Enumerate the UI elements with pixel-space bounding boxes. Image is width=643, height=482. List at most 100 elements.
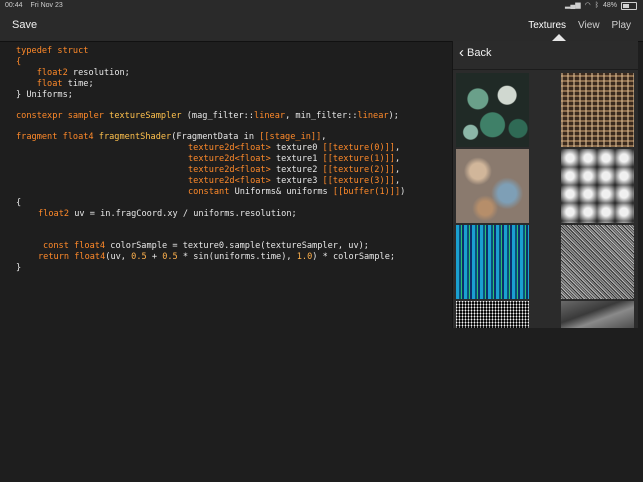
texture-thumbnail[interactable] [561,301,634,328]
texture-thumbnail[interactable] [561,225,634,299]
code-text: ); [388,111,399,121]
code-line: { [16,57,21,68]
code-text: , [394,154,401,164]
code-text: linear [254,111,286,121]
code-text: colorSample = texture0.sample(textureSam… [105,241,369,251]
code-type: float [36,79,63,89]
code-text: ) * colorSample; [312,252,396,262]
code-line: texture2d<float> texture2 [[texture(2)]]… [188,165,400,176]
code-text: typedef struct [16,46,89,56]
texture-thumbnail[interactable] [456,225,529,299]
code-text: resolution; [67,68,130,78]
code-line: float2 uv = in.fragCoord.xy / uniforms.r… [38,209,297,220]
code-line: return float4(uv, 0.5 + 0.5 * sin(unifor… [38,252,395,263]
code-line: fragment float4 fragmentShader(FragmentD… [16,132,326,143]
code-line: float2 resolution; [16,68,130,79]
battery-icon [621,2,637,10]
code-text: (mag_filter:: [181,111,255,121]
code-text: } [16,263,22,273]
code-number: 0.5 [131,252,147,262]
panel-header: ‹ Back [453,41,638,70]
code-text: (uv, [105,252,132,262]
status-right: ▂▄▆ ◠ ᛒ 48% [565,0,637,12]
textures-panel: ‹ Back [452,41,638,328]
code-text: , [394,176,401,186]
texture-thumbnail[interactable] [561,149,634,223]
code-text: linear [357,111,389,121]
back-label: Back [467,47,492,59]
back-button[interactable]: ‹ Back [459,44,492,61]
code-text: texture2 [270,165,323,175]
code-text: [[texture(3)]] [322,176,395,186]
code-type: texture2d<float> [188,154,271,164]
code-text: texture1 [270,154,323,164]
code-text: , [394,165,401,175]
code-text: (FragmentData in [171,132,260,142]
code-text: [[texture(1)]] [322,154,395,164]
code-text: [[texture(2)]] [322,165,395,175]
nav-bar: Save Textures View Play [0,12,643,42]
code-line: constant Uniforms& uniforms [[buffer(1)]… [188,187,405,198]
code-keyword: const float4 [43,241,106,251]
status-date: Fri Nov 23 [30,2,63,9]
code-text: * sin(uniforms.time), [177,252,297,262]
code-line: } [16,263,21,274]
popover-arrow-icon [552,34,566,41]
code-number: 1.0 [296,252,313,262]
code-type: texture2d<float> [188,176,271,186]
code-type: float2 [36,68,68,78]
code-line: constexpr sampler textureSampler (mag_fi… [16,111,399,122]
status-left: 00:44 Fri Nov 23 [5,0,69,12]
code-number: 0.5 [162,252,178,262]
code-keyword: constant [188,187,230,197]
code-text: } Uniforms; [16,90,73,100]
code-line: texture2d<float> texture0 [[texture(0)]]… [188,143,400,154]
code-text: , [321,132,327,142]
code-keyword: fragment float4 [16,132,94,142]
code-text: textureSampler [103,111,182,121]
chevron-left-icon: ‹ [459,44,464,61]
code-text: [[texture(0)]] [322,143,395,153]
code-text: texture0 [270,143,323,153]
texture-thumbnail[interactable] [456,149,529,223]
code-type: float4 [69,252,106,262]
bluetooth-icon: ᛒ [594,2,599,9]
code-keyword: return [38,252,70,262]
battery-percent: 48% [602,2,617,9]
code-text: ) [400,187,406,197]
code-type: float2 [38,209,70,219]
code-keyword: constexpr sampler [16,111,104,121]
code-line: } Uniforms; [16,90,73,101]
code-line: const float4 colorSample = texture0.samp… [43,241,369,252]
wifi-icon: ◠ [584,2,591,9]
code-text: , min_filter:: [285,111,358,121]
code-line: float time; [16,79,94,90]
status-bar: 00:44 Fri Nov 23 ▂▄▆ ◠ ᛒ 48% [0,0,643,12]
tab-play[interactable]: Play [612,20,631,31]
code-text: { [16,57,22,67]
code-type: texture2d<float> [188,165,271,175]
code-line: { [16,198,21,209]
nav-tabs: Textures View Play [528,20,631,31]
save-button[interactable]: Save [12,19,37,31]
tab-view[interactable]: View [578,20,600,31]
code-text: , [394,143,401,153]
code-editor[interactable]: typedef struct { float2 resolution; floa… [0,41,452,482]
tab-textures[interactable]: Textures [528,20,566,31]
texture-thumbnail[interactable] [456,73,529,147]
code-text: [[buffer(1)]] [332,187,401,197]
code-text: uv = in.fragCoord.xy / uniforms.resoluti… [69,209,297,219]
code-text: fragmentShader [93,132,172,142]
code-line: texture2d<float> texture3 [[texture(3)]]… [188,176,400,187]
status-time: 00:44 [5,2,23,9]
signal-icon: ▂▄▆ [564,2,581,9]
code-text: texture3 [270,176,323,186]
code-line: typedef struct [16,46,88,57]
texture-thumbnail[interactable] [561,73,634,147]
texture-thumbnail[interactable] [456,301,529,328]
code-text: + [146,252,163,262]
code-type: texture2d<float> [188,143,271,153]
code-text: { [16,198,22,208]
code-text: [[stage_in]] [259,132,322,142]
code-line: texture2d<float> texture1 [[texture(1)]]… [188,154,400,165]
